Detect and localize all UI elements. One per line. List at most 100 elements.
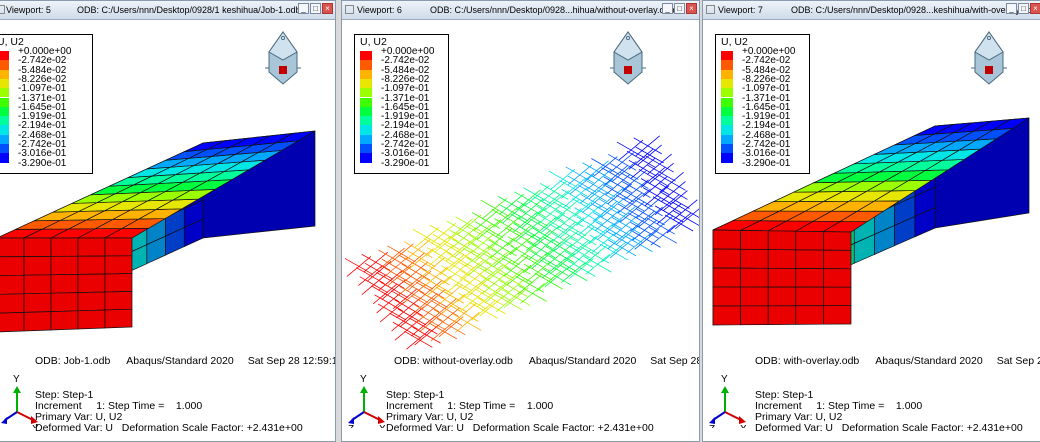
front-face-element — [77, 273, 106, 293]
front-face-element — [77, 309, 106, 330]
legend-color-swatch — [0, 60, 9, 70]
maximize-button[interactable]: □ — [310, 3, 321, 14]
front-face-element — [712, 248, 741, 269]
front-face-element — [104, 255, 133, 275]
cross-element — [509, 234, 535, 256]
view-compass-icon[interactable] — [259, 28, 307, 86]
axis-triad: Y X Z — [709, 368, 749, 428]
legend-color-swatch — [721, 97, 733, 107]
cross-element — [582, 244, 608, 266]
front-face-element — [23, 237, 52, 257]
cross-element — [457, 214, 482, 236]
y-arrowhead — [721, 386, 729, 393]
front-face-element — [0, 293, 25, 314]
maximize-button[interactable]: □ — [1018, 3, 1029, 14]
front-face-element — [50, 255, 79, 276]
maximize-button[interactable]: □ — [674, 3, 685, 14]
front-face-element — [767, 267, 797, 288]
legend-color-swatch — [721, 88, 733, 98]
cross-element — [506, 264, 532, 286]
viewport-6[interactable]: Viewport: 6 ODB: C:/Users/nnn/Desktop/09… — [341, 0, 700, 442]
front-face-element — [104, 308, 133, 329]
y-axis-label: Y — [360, 374, 367, 385]
legend-color-swatch — [360, 97, 372, 107]
front-face-element — [823, 305, 852, 325]
legend-color-swatch — [721, 153, 733, 163]
cross-element — [467, 223, 493, 245]
x-arrowhead — [378, 416, 385, 424]
legend-value: -3.290e-01 — [18, 157, 67, 169]
viewport-titlebar[interactable]: Viewport: 5 ODB: C:/Users/nnn/Desktop/09… — [0, 1, 335, 20]
cross-element — [498, 269, 523, 290]
close-button[interactable]: × — [686, 3, 697, 14]
cross-element — [611, 161, 637, 182]
front-face-element — [50, 310, 79, 331]
front-face-element — [795, 249, 824, 269]
cross-element — [389, 243, 414, 265]
cross-element — [601, 241, 627, 263]
deformed-var-line: Deformed Var: U Deformation Scale Factor… — [35, 422, 303, 434]
view-compass-icon[interactable] — [604, 28, 652, 86]
cross-element — [414, 227, 440, 248]
front-face-element — [740, 305, 769, 326]
cross-element — [647, 153, 672, 175]
cross-element — [484, 250, 510, 272]
cross-element — [525, 261, 551, 283]
step-info: Step: Step-1 Increment 1: Step Time = 1.… — [386, 390, 654, 434]
cross-element — [476, 219, 502, 240]
odb-name: ODB: with-overlay.odb — [755, 355, 860, 367]
cross-element — [554, 199, 580, 220]
cross-element — [493, 246, 518, 268]
legend-color-swatch — [360, 125, 372, 135]
front-face-element — [0, 274, 25, 295]
cross-element — [496, 216, 521, 237]
viewport-5[interactable]: Viewport: 5 ODB: C:/Users/nnn/Desktop/09… — [0, 0, 336, 442]
front-face-element — [50, 274, 79, 294]
solver-version: Abaqus/Standard 2020 — [528, 355, 637, 367]
view-compass-icon[interactable] — [965, 28, 1013, 86]
cross-element — [566, 249, 592, 270]
cross-element — [607, 228, 633, 250]
cross-element — [673, 199, 698, 220]
cross-element — [569, 173, 595, 195]
minimize-button[interactable]: _ — [298, 3, 309, 14]
cross-element — [493, 207, 518, 228]
close-button[interactable]: × — [1030, 3, 1040, 14]
solver-version: Abaqus/Standard 2020 — [875, 355, 983, 367]
cross-element — [618, 139, 644, 161]
model-canvas[interactable]: U, U2 +0.000e+00-2.742e-02-5.484e-02-8.2… — [0, 20, 335, 441]
cross-element — [487, 259, 512, 281]
minimize-button[interactable]: _ — [1006, 3, 1017, 14]
compass-dot — [281, 36, 285, 40]
cross-element — [512, 211, 538, 233]
x-axis-arrow — [16, 411, 34, 421]
close-button[interactable]: × — [322, 3, 333, 14]
odb-name: ODB: without-overlay.odb — [394, 355, 513, 367]
cross-element — [504, 287, 529, 308]
odb-path: ODB: C:/Users/nnn/Desktop/0928/1 keshihu… — [77, 5, 301, 15]
minimize-button[interactable]: _ — [662, 3, 673, 14]
cross-element — [515, 221, 540, 242]
viewport-titlebar[interactable]: Viewport: 7 ODB: C:/Users/nnn/Desktop/09… — [703, 1, 1040, 20]
cross-element — [502, 202, 527, 224]
model-canvas[interactable]: U, U2 +0.000e+00-2.742e-02-5.484e-02-8.2… — [342, 20, 699, 441]
cross-element — [550, 168, 576, 190]
legend-color-swatch — [360, 60, 372, 70]
front-face-element — [0, 256, 25, 276]
front-face-element — [795, 230, 824, 251]
contour-legend: U, U2 +0.000e+00-2.742e-02-5.484e-02-8.2… — [354, 34, 449, 174]
cross-element — [622, 170, 647, 191]
front-face-element — [0, 312, 25, 333]
legend-color-swatch — [721, 144, 733, 154]
compass-center — [279, 66, 287, 74]
front-face-element — [823, 268, 852, 288]
z-axis-label: Z — [709, 424, 715, 428]
timestamp: Sat Sep 28 — [996, 355, 1040, 367]
x-axis-label: X — [379, 424, 386, 428]
front-face-element — [50, 292, 79, 312]
cross-element — [609, 151, 635, 173]
front-face-element — [104, 273, 133, 293]
viewport-7[interactable]: Viewport: 7 ODB: C:/Users/nnn/Desktop/09… — [702, 0, 1040, 442]
model-canvas[interactable]: U, U2 +0.000e+00-2.742e-02-5.484e-02-8.2… — [703, 20, 1040, 441]
viewport-titlebar[interactable]: Viewport: 6 ODB: C:/Users/nnn/Desktop/09… — [342, 1, 699, 20]
